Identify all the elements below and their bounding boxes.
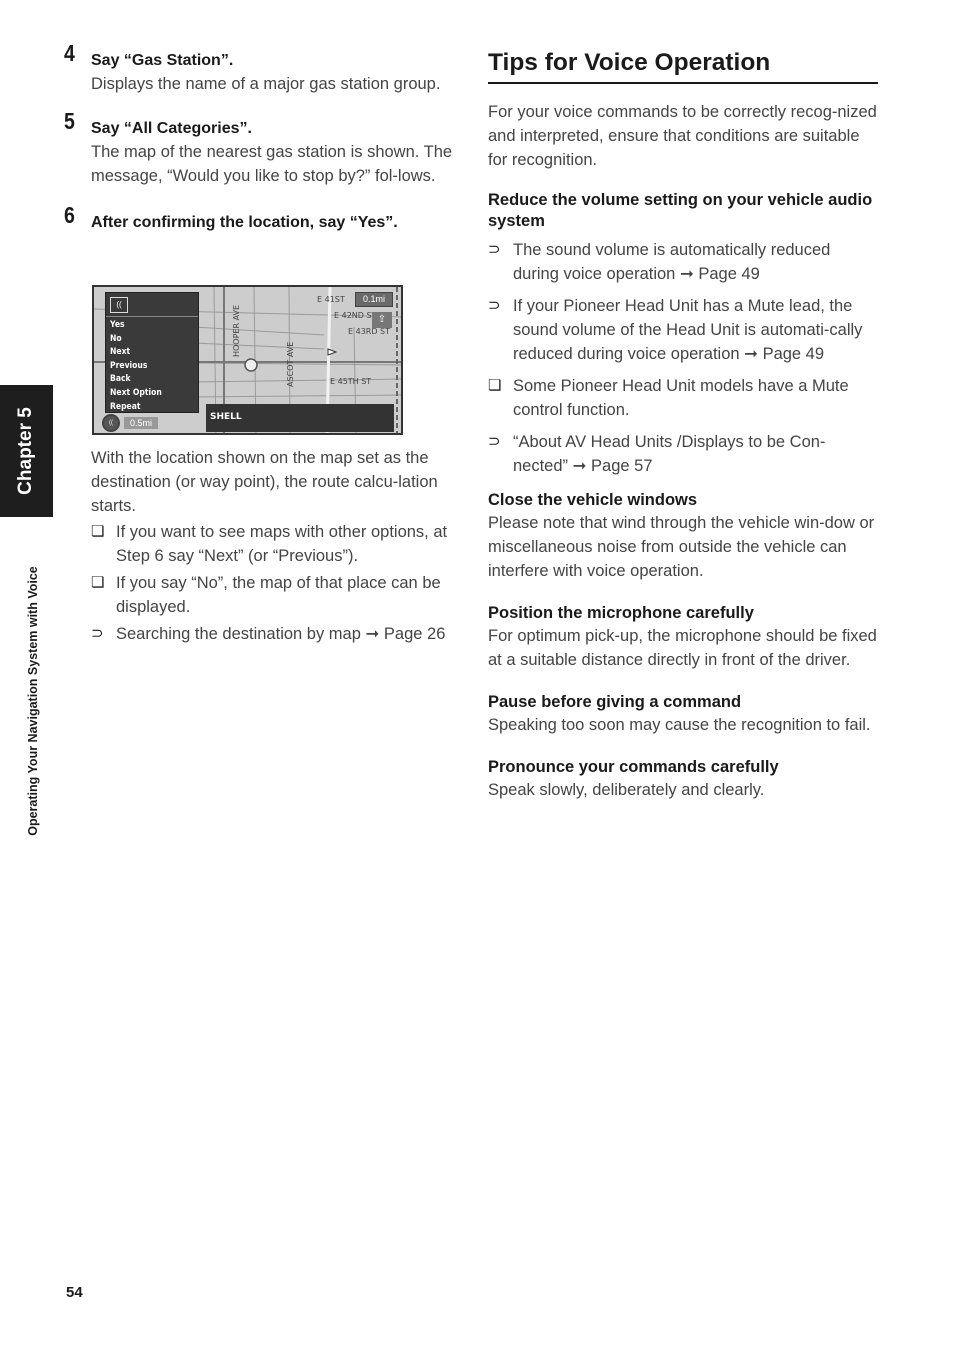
tip-heading: Pause before giving a command: [488, 693, 742, 711]
menu-item-next-option[interactable]: Next Option: [110, 387, 162, 401]
street-label: E 42ND ST: [334, 311, 377, 320]
menu-divider: [106, 316, 198, 317]
step-number: 4: [64, 40, 75, 66]
note-icon: ❏: [488, 377, 502, 394]
tip-pronounce: Pronounce your commands carefully Speak …: [488, 757, 880, 802]
step-number: 5: [64, 108, 75, 134]
step-4: 4 Say “Gas Station”. Displays the name o…: [64, 40, 459, 96]
tip-body: Please note that wind through the vehicl…: [488, 514, 875, 580]
note-text: If you say “No”, the map of that place c…: [116, 574, 441, 616]
step-body: The map of the nearest gas station is sh…: [91, 143, 453, 185]
voice-command-menu: (( Yes No Next Previous Back Next Option…: [105, 292, 199, 413]
tip-body: For optimum pick-up, the microphone shou…: [488, 627, 877, 669]
section-title: Tips for Voice Operation: [488, 49, 771, 76]
map-scale: 0.1mi: [355, 292, 393, 307]
title-divider: [488, 82, 878, 84]
step-title: Say “All Categories”.: [91, 120, 252, 137]
reference-link[interactable]: Searching the destination by map ➞ Page …: [116, 625, 445, 643]
reference-item: ⊃ If your Pioneer Head Unit has a Mute l…: [488, 294, 880, 366]
note-text: If you want to see maps with other optio…: [116, 523, 448, 565]
step-number: 6: [64, 202, 75, 228]
menu-item-previous[interactable]: Previous: [110, 360, 162, 374]
voice-icon: ((: [110, 297, 128, 313]
reference-item: ⊃ Searching the destination by map ➞ Pag…: [91, 622, 459, 646]
menu-item-no[interactable]: No: [110, 333, 162, 347]
reference-link[interactable]: If your Pioneer Head Unit has a Mute lea…: [513, 297, 862, 363]
step-6-description: With the location shown on the map set a…: [91, 446, 459, 649]
street-label: E 43RD ST: [348, 327, 391, 336]
tip-body: Speaking too soon may cause the recognit…: [488, 716, 871, 734]
north-arrow-icon[interactable]: ⇧: [372, 312, 392, 328]
tip-windows: Close the vehicle windows Please note th…: [488, 490, 880, 583]
reference-item: ⊃ The sound volume is automatically redu…: [488, 238, 880, 286]
step-6-notes: ❏ If you want to see maps with other opt…: [91, 520, 459, 646]
tips-column: Tips for Voice Operation For your voice …: [488, 47, 880, 802]
street-label: E 41ST: [317, 295, 345, 304]
voice-button-icon[interactable]: ((: [102, 414, 120, 432]
navigation-screenshot: E 41ST E 42ND ST E 43RD ST E 45TH ST HOO…: [92, 285, 403, 435]
note-item: ❏ If you want to see maps with other opt…: [91, 520, 459, 568]
tips-intro: For your voice commands to be correctly …: [488, 103, 877, 169]
volume-notes: ⊃ The sound volume is automatically redu…: [488, 238, 880, 478]
reference-link[interactable]: The sound volume is automatically reduce…: [513, 241, 830, 283]
tip-heading: Reduce the volume setting on your vehicl…: [488, 191, 873, 230]
step-title: After confirming the location, say “Yes”…: [91, 214, 398, 231]
step-6-body: With the location shown on the map set a…: [91, 449, 438, 515]
section-caption: Operating Your Navigation System with Vo…: [26, 566, 40, 836]
note-icon: ❏: [91, 523, 105, 540]
note-item: ❏ Some Pioneer Head Unit models have a M…: [488, 374, 880, 422]
tip-heading: Close the vehicle windows: [488, 491, 698, 509]
step-6: 6 After confirming the location, say “Ye…: [64, 202, 459, 234]
note-text: Some Pioneer Head Unit models have a Mut…: [513, 377, 849, 419]
reference-link[interactable]: “About AV Head Units /Displays to be Con…: [513, 433, 825, 475]
reference-icon: ⊃: [488, 241, 501, 258]
reference-item: ⊃ “About AV Head Units /Displays to be C…: [488, 430, 880, 478]
menu-item-yes[interactable]: Yes: [110, 319, 162, 333]
steps-column: 4 Say “Gas Station”. Displays the name o…: [64, 40, 459, 234]
menu-item-next[interactable]: Next: [110, 346, 162, 360]
reference-icon: ⊃: [91, 625, 104, 642]
menu-item-repeat[interactable]: Repeat: [110, 401, 162, 415]
street-label: ASCOT AVE: [286, 341, 295, 387]
distance-readout: 0.5mi: [124, 417, 159, 429]
menu-item-back[interactable]: Back: [110, 373, 162, 387]
step-body: Displays the name of a major gas station…: [91, 75, 441, 93]
chapter-label: Chapter 5: [15, 407, 36, 495]
menu-items: Yes No Next Previous Back Next Option Re…: [110, 319, 171, 414]
step-5: 5 Say “All Categories”. The map of the n…: [64, 108, 459, 188]
tip-heading: Pronounce your commands carefully: [488, 758, 779, 776]
page-number: 54: [66, 1284, 83, 1301]
reference-icon: ⊃: [488, 433, 501, 450]
street-label: E 45TH ST: [330, 377, 372, 386]
note-icon: ❏: [91, 574, 105, 591]
tip-microphone: Position the microphone carefully For op…: [488, 603, 880, 672]
street-label: HOOPER AVE: [232, 304, 241, 357]
tip-volume: Reduce the volume setting on your vehicl…: [488, 190, 880, 478]
tip-heading: Position the microphone carefully: [488, 604, 754, 622]
tip-body: Speak slowly, deliberately and clearly.: [488, 781, 765, 799]
tip-pause: Pause before giving a command Speaking t…: [488, 692, 880, 737]
step-title: Say “Gas Station”.: [91, 52, 234, 69]
note-item: ❏ If you say “No”, the map of that place…: [91, 571, 459, 619]
poi-name-bar: SHELL: [206, 404, 394, 432]
map-status: (( 0.5mi: [102, 414, 159, 432]
reference-icon: ⊃: [488, 297, 501, 314]
